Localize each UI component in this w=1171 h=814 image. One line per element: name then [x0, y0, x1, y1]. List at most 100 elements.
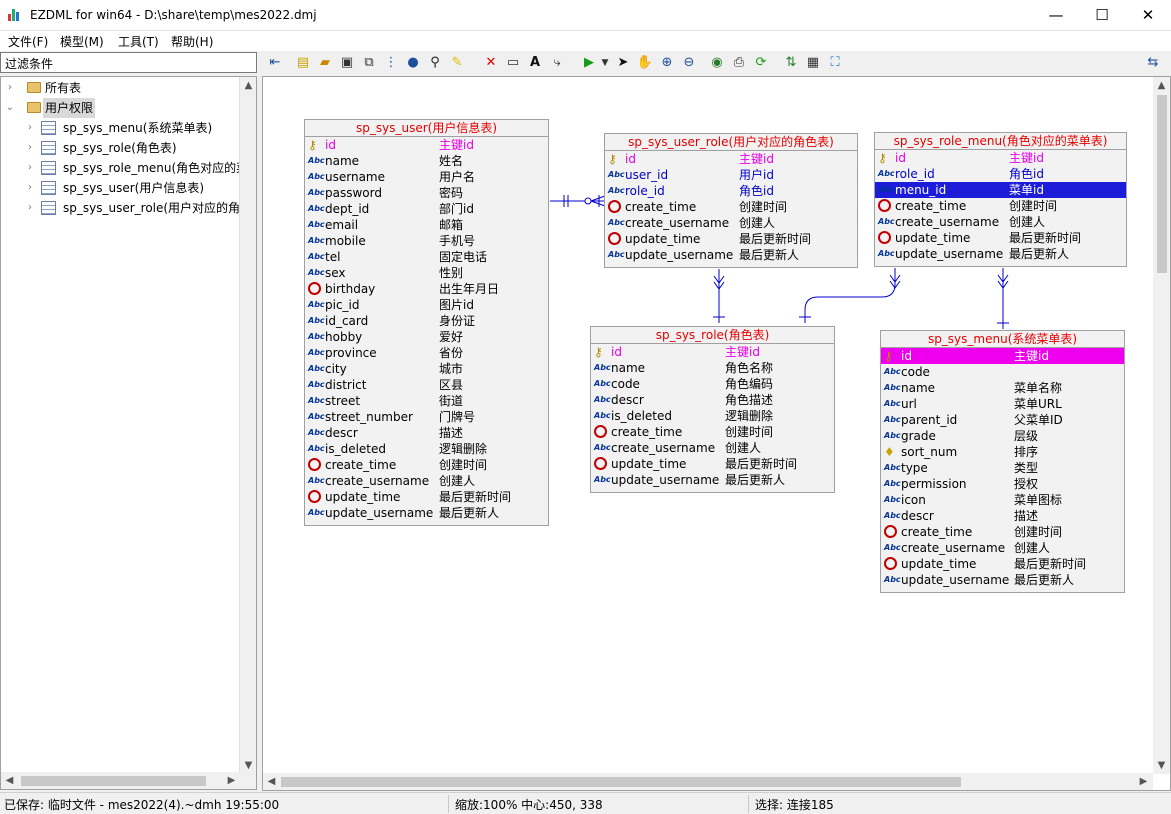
scroll-thumb[interactable] — [281, 777, 961, 787]
field-row[interactable]: Abc grade 层级 — [881, 428, 1124, 444]
field-row[interactable]: create_time 创建时间 — [305, 457, 548, 473]
field-row[interactable]: Abc update_username 最后更新人 — [605, 247, 857, 263]
maximize-button[interactable]: ☐ — [1079, 0, 1125, 31]
field-row[interactable]: update_time 最后更新时间 — [305, 489, 548, 505]
scroll-left-icon[interactable]: ◀ — [263, 773, 280, 790]
field-row[interactable]: Abc tel 固定电话 — [305, 249, 548, 265]
chevron-right-icon[interactable]: › — [5, 78, 15, 98]
scroll-up-icon[interactable]: ▲ — [240, 77, 256, 94]
open-folder-icon[interactable]: ▰ — [316, 54, 334, 72]
scroll-right-icon[interactable]: ▶ — [223, 772, 240, 789]
refresh-icon[interactable]: ⟳ — [752, 54, 770, 72]
field-row[interactable]: create_time 创建时间 — [881, 524, 1124, 540]
layout-icon[interactable]: ⇅ — [782, 54, 800, 72]
field-row[interactable]: Abc id_card 身份证 — [305, 313, 548, 329]
chevron-right-icon[interactable]: › — [25, 118, 35, 138]
chevron-right-icon[interactable]: › — [25, 198, 35, 218]
field-row[interactable]: Abc mobile 手机号 — [305, 233, 548, 249]
field-row[interactable]: Abc sex 性别 — [305, 265, 548, 281]
field-row[interactable]: ⚷ id 主键id — [881, 348, 1124, 364]
field-row[interactable]: update_time 最后更新时间 — [591, 456, 834, 472]
chevron-down-icon[interactable]: ⌄ — [5, 98, 15, 118]
delete-icon[interactable]: ✕ — [482, 54, 500, 72]
field-row[interactable]: Abc update_username 最后更新人 — [305, 505, 548, 521]
entity-sp-sys-user[interactable]: sp_sys_user(用户信息表) ⚷ id 主键id Abc name 姓名 Abc use… — [304, 119, 549, 526]
close-button[interactable]: ✕ — [1125, 0, 1171, 31]
menu-file[interactable]: 文件(F) — [8, 33, 48, 50]
field-row[interactable]: Abc icon 菜单图标 — [881, 492, 1124, 508]
field-row[interactable]: Abc create_username 创建人 — [591, 440, 834, 456]
field-row[interactable]: create_time 创建时间 — [605, 199, 857, 215]
field-row[interactable]: update_time 最后更新时间 — [605, 231, 857, 247]
collapse-panel-icon[interactable]: ⇤ — [266, 54, 284, 72]
field-row[interactable]: Abc descr 角色描述 — [591, 392, 834, 408]
field-row[interactable]: Abc user_id 用户id — [605, 167, 857, 183]
field-row[interactable]: Abc street_number 门牌号 — [305, 409, 548, 425]
menu-help[interactable]: 帮助(H) — [171, 33, 213, 50]
field-row[interactable]: Abc role_id 角色id — [605, 183, 857, 199]
link-role-to-rolemenu[interactable] — [804, 268, 896, 323]
field-row[interactable]: Abc create_username 创建人 — [605, 215, 857, 231]
field-row[interactable]: ⚷ id 主键id — [875, 150, 1126, 166]
field-row[interactable]: Abc permission 授权 — [881, 476, 1124, 492]
entity-sp-sys-user-role[interactable]: sp_sys_user_role(用户对应的角色表) ⚷ id 主键id Abc user… — [604, 133, 858, 268]
field-row[interactable]: Abc create_username 创建人 — [881, 540, 1124, 556]
tree-item-role[interactable]: › sp_sys_role(角色表) — [25, 138, 245, 158]
hand-pan-icon[interactable]: ✋ — [636, 54, 654, 72]
tree-view-icon[interactable]: ⋮ — [382, 54, 400, 72]
field-row[interactable]: update_time 最后更新时间 — [875, 230, 1126, 246]
scroll-thumb[interactable] — [21, 776, 206, 786]
pointer-icon[interactable]: ➤ — [614, 54, 632, 72]
menu-model[interactable]: 模型(M) — [60, 33, 104, 50]
field-row[interactable]: Abc email 邮箱 — [305, 217, 548, 233]
field-row[interactable]: Abc parent_id 父菜单ID — [881, 412, 1124, 428]
field-row[interactable]: Abc name 姓名 — [305, 153, 548, 169]
entity-sp-sys-menu[interactable]: sp_sys_menu(系统菜单表) ⚷ id 主键id Abc code Abc name 菜… — [880, 330, 1125, 593]
tree-item-menu[interactable]: › sp_sys_menu(系统菜单表) — [25, 118, 245, 138]
field-row[interactable]: Abc password 密码 — [305, 185, 548, 201]
field-row[interactable]: Abc province 省份 — [305, 345, 548, 361]
filter-input[interactable]: 过滤条件 — [0, 52, 257, 73]
field-row[interactable]: Abc menu_id 菜单id — [875, 182, 1126, 198]
zoom-in-icon[interactable]: ⊕ — [658, 54, 676, 72]
new-file-icon[interactable]: ▤ — [294, 54, 312, 72]
view-icon[interactable]: ◉ — [708, 54, 726, 72]
field-row[interactable]: Abc username 用户名 — [305, 169, 548, 185]
tree-item-user[interactable]: › sp_sys_user(用户信息表) — [25, 178, 245, 198]
field-row[interactable]: Abc update_username 最后更新人 — [591, 472, 834, 488]
minimize-button[interactable]: — — [1033, 0, 1079, 31]
menu-tools[interactable]: 工具(T) — [118, 33, 159, 50]
field-row[interactable]: Abc descr 描述 — [881, 508, 1124, 524]
diagram-canvas[interactable]: sp_sys_user(用户信息表) ⚷ id 主键id Abc name 姓名 Abc use… — [262, 76, 1171, 791]
field-row[interactable]: Abc descr 描述 — [305, 425, 548, 441]
print-icon[interactable]: ⎙ — [730, 54, 748, 72]
field-row[interactable]: birthday 出生年月日 — [305, 281, 548, 297]
tree-vertical-scrollbar[interactable]: ▲ ▼ — [239, 77, 256, 774]
field-row[interactable]: ⚷ id 主键id — [605, 151, 857, 167]
link-icon[interactable]: ⤷ — [548, 54, 566, 72]
highlighter-icon[interactable]: ✎ — [448, 54, 466, 72]
field-row[interactable]: create_time 创建时间 — [875, 198, 1126, 214]
tree-node-permissions[interactable]: ⌄ 用户权限 — [5, 98, 235, 118]
field-row[interactable]: Abc is_deleted 逻辑删除 — [591, 408, 834, 424]
tree-item-user-role[interactable]: › sp_sys_user_role(用户对应的角色 — [25, 198, 240, 218]
table-add-icon[interactable]: ▭ — [504, 54, 522, 72]
save-icon[interactable]: ▣ — [338, 54, 356, 72]
copy-icon[interactable]: ⧉ — [360, 54, 378, 72]
tree-horizontal-scrollbar[interactable]: ◀ ▶ — [1, 772, 256, 789]
field-row[interactable]: update_time 最后更新时间 — [881, 556, 1124, 572]
field-row[interactable]: ⚷ id 主键id — [305, 137, 548, 153]
globe-icon[interactable]: ● — [404, 54, 422, 72]
field-row[interactable]: Abc url 菜单URL — [881, 396, 1124, 412]
field-row[interactable]: Abc code — [881, 364, 1124, 380]
scroll-right-icon[interactable]: ▶ — [1135, 773, 1152, 790]
binoculars-icon[interactable]: ⚲ — [426, 54, 444, 72]
scroll-thumb[interactable] — [1157, 95, 1167, 273]
entity-sp-sys-role-menu[interactable]: sp_sys_role_menu(角色对应的菜单表) ⚷ id 主键id Abc role… — [874, 132, 1127, 267]
field-row[interactable]: Abc is_deleted 逻辑删除 — [305, 441, 548, 457]
field-row[interactable]: Abc type 类型 — [881, 460, 1124, 476]
field-row[interactable]: Abc role_id 角色id — [875, 166, 1126, 182]
canvas-horizontal-scrollbar[interactable]: ◀ ▶ — [263, 773, 1153, 790]
dropdown-arrow-icon[interactable]: ▼ — [596, 54, 614, 72]
field-row[interactable]: Abc create_username 创建人 — [305, 473, 548, 489]
